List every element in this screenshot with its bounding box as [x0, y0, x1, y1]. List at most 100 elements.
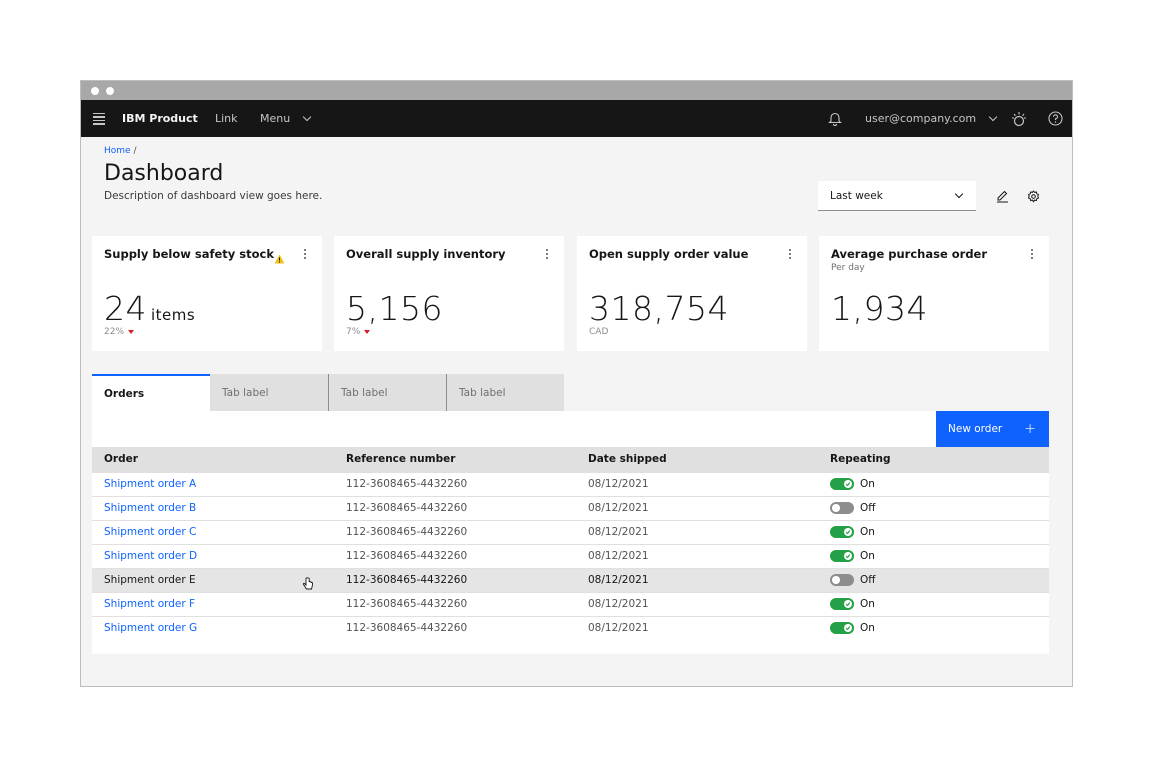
column-header[interactable]: Reference number	[334, 447, 576, 472]
card-value: 24 items	[104, 289, 196, 328]
page-description: Description of dashboard view goes here.	[104, 190, 323, 202]
nav-link[interactable]: Link	[215, 100, 238, 137]
table-row[interactable]: Shipment order C 112-3608465-4432260 08/12…	[92, 519, 1049, 544]
order-link[interactable]: Shipment order F	[92, 591, 334, 616]
edit-icon	[996, 190, 1008, 202]
reference-number: 112-3608465-4432260	[334, 543, 576, 568]
card-delta: 7%	[346, 327, 371, 337]
new-order-button[interactable]: New order +	[936, 411, 1049, 447]
date-shipped: 08/12/2021	[576, 471, 818, 496]
tab-label[interactable]: Tab label	[210, 374, 328, 411]
repeating-cell: On	[818, 591, 1049, 616]
orders-table: Order Reference number Date shipped Repe…	[92, 447, 1049, 640]
table-row[interactable]: Shipment order E 112-3608465-4432260 08/12…	[92, 567, 1049, 592]
card-value: 5,156	[346, 289, 443, 328]
checkmark-icon	[845, 482, 851, 487]
order-link[interactable]: Shipment order A	[92, 471, 334, 496]
card-value: 318,754	[589, 289, 729, 328]
tab-label[interactable]: Tab label	[446, 374, 564, 411]
card-subtitle: Per day	[831, 263, 865, 273]
repeating-toggle[interactable]	[830, 478, 854, 490]
overflow-menu-icon[interactable]	[787, 247, 793, 261]
checkmark-icon	[845, 602, 851, 607]
breadcrumb-separator: /	[133, 146, 137, 156]
top-header: IBM Product Link Menu user@company.com	[81, 100, 1072, 137]
reference-number: 112-3608465-4432260	[334, 591, 576, 616]
toggle-label: Off	[860, 502, 876, 514]
date-shipped: 08/12/2021	[576, 495, 818, 520]
card-caption: CAD	[589, 327, 609, 337]
repeating-toggle[interactable]	[830, 622, 854, 635]
window-dot	[91, 87, 99, 95]
date-range-dropdown[interactable]: Last week	[818, 181, 976, 211]
toggle-label: Off	[860, 574, 876, 586]
date-shipped: 08/12/2021	[576, 519, 818, 544]
card-title: Open supply order value	[589, 247, 749, 261]
overflow-menu-icon[interactable]	[302, 247, 308, 261]
table-row[interactable]: Shipment order G 112-3608465-4432260 08/12…	[92, 615, 1049, 640]
overflow-menu-icon[interactable]	[544, 247, 550, 261]
breadcrumb-home[interactable]: Home	[104, 146, 131, 156]
repeating-cell: On	[818, 519, 1049, 544]
toggle-label: On	[860, 478, 875, 490]
card-unit: items	[151, 306, 196, 324]
repeating-toggle[interactable]	[830, 550, 854, 562]
order-link[interactable]: Shipment order E	[92, 567, 334, 592]
repeating-toggle[interactable]	[830, 526, 854, 538]
repeating-toggle[interactable]	[830, 574, 854, 586]
chevron-down-icon	[302, 112, 312, 122]
notification-icon[interactable]	[828, 100, 842, 137]
reference-number: 112-3608465-4432260	[334, 519, 576, 544]
toggle-label: On	[860, 550, 875, 562]
card-value: 1,934	[831, 289, 928, 328]
repeating-toggle[interactable]	[830, 502, 854, 514]
nav-menu-label: Menu	[260, 112, 291, 125]
reference-number: 112-3608465-4432260	[334, 471, 576, 496]
table-row[interactable]: Shipment order F 112-3608465-4432260 08/12…	[92, 591, 1049, 616]
nav-menu[interactable]: Menu	[260, 100, 312, 137]
date-shipped: 08/12/2021	[576, 591, 818, 616]
card-title: Average purchase order	[831, 247, 988, 261]
order-link[interactable]: Shipment order B	[92, 495, 334, 520]
order-link[interactable]: Shipment order G	[92, 615, 334, 640]
overflow-menu-icon[interactable]	[1029, 247, 1035, 261]
browser-window: IBM Product Link Menu user@company.com H…	[80, 80, 1073, 687]
tab-list: Orders Tab label Tab label Tab label	[92, 374, 564, 411]
repeating-cell: On	[818, 471, 1049, 496]
order-link[interactable]: Shipment order D	[92, 543, 334, 568]
reference-number: 112-3608465-4432260	[334, 495, 576, 520]
add-icon: +	[1024, 421, 1036, 437]
table-row[interactable]: Shipment order A 112-3608465-4432260 08/12…	[92, 471, 1049, 496]
table-header-row: Order Reference number Date shipped Repe…	[92, 447, 1049, 472]
edit-button[interactable]	[993, 187, 1011, 205]
column-header[interactable]: Repeating	[818, 447, 1049, 472]
card-delta: 22%	[104, 327, 135, 337]
tab-orders[interactable]: Orders	[92, 374, 210, 411]
user-menu[interactable]: user@company.com	[865, 100, 998, 137]
breadcrumb: Home /	[104, 146, 137, 156]
column-header[interactable]: Order	[92, 447, 334, 472]
reference-number: 112-3608465-4432260	[334, 615, 576, 640]
menu-icon[interactable]	[92, 100, 106, 137]
caret-down-icon	[128, 330, 135, 334]
table-row[interactable]: Shipment order D 112-3608465-4432260 08/12…	[92, 543, 1049, 568]
table-row[interactable]: Shipment order B 112-3608465-4432260 08/12…	[92, 495, 1049, 520]
orders-table-container: New order + Order Reference number Date …	[92, 411, 1049, 654]
column-header[interactable]: Date shipped	[576, 447, 818, 472]
date-shipped: 08/12/2021	[576, 567, 818, 592]
tab-label[interactable]: Tab label	[328, 374, 446, 411]
user-email: user@company.com	[865, 112, 977, 125]
help-icon[interactable]	[1047, 100, 1063, 137]
order-link[interactable]: Shipment order C	[92, 519, 334, 544]
window-chrome	[81, 81, 1072, 100]
ibm-watson-icon[interactable]	[1011, 100, 1027, 137]
checkmark-icon	[845, 554, 851, 559]
repeating-toggle[interactable]	[830, 598, 854, 610]
checkmark-icon	[845, 626, 851, 631]
reference-number: 112-3608465-4432260	[334, 567, 576, 592]
toggle-label: On	[860, 622, 875, 635]
product-name[interactable]: IBM Product	[122, 100, 198, 137]
card-title: Supply below safety stock	[104, 247, 274, 261]
toggle-label: On	[860, 598, 875, 610]
settings-button[interactable]	[1024, 187, 1042, 205]
